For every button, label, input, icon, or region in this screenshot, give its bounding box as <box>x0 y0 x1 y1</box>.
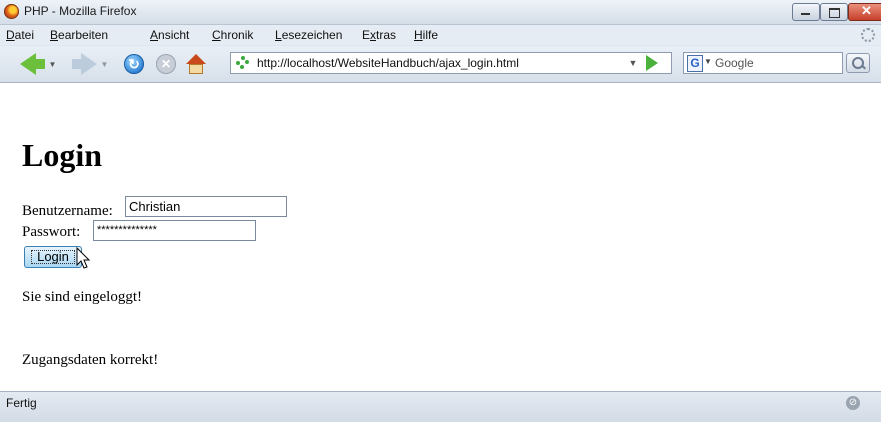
search-button[interactable] <box>846 53 870 73</box>
menu-label-prefix: E <box>362 28 371 42</box>
menu-label: esezeichen <box>281 28 343 42</box>
forward-button[interactable]: ▼ <box>70 52 110 76</box>
reload-button[interactable]: ↻ <box>121 52 147 76</box>
menu-mnemonic: H <box>414 28 423 42</box>
title-bar: PHP - Mozilla Firefox ✕ <box>0 0 881 25</box>
menu-extras[interactable]: Extras <box>362 28 396 42</box>
login-button[interactable]: Login <box>24 246 82 268</box>
menu-label: hronik <box>220 28 254 42</box>
forward-arrow-icon <box>80 53 97 75</box>
firefox-logo-icon <box>4 4 19 19</box>
back-arrow-tail <box>34 59 45 69</box>
menu-mnemonic: C <box>212 28 221 42</box>
close-icon: ✕ <box>861 3 872 18</box>
go-arrow-icon[interactable] <box>646 55 658 71</box>
search-engine-dropdown-icon[interactable]: ▼ <box>704 57 712 66</box>
throbber-icon <box>861 28 875 42</box>
window-title: PHP - Mozilla Firefox <box>24 4 137 18</box>
menu-ansicht[interactable]: Ansicht <box>150 28 189 42</box>
site-icon <box>236 56 250 70</box>
menu-mnemonic: B <box>50 28 59 42</box>
username-input[interactable]: Christian <box>125 196 287 217</box>
username-label: Benutzername: <box>22 203 113 219</box>
focus-ring <box>31 250 75 264</box>
close-button[interactable]: ✕ <box>848 3 881 21</box>
minimize-icon <box>801 13 810 15</box>
search-box[interactable]: G ▼ Google <box>683 52 843 74</box>
url-dropdown-icon[interactable]: ▼ <box>624 53 642 73</box>
url-text[interactable]: http://localhost/WebsiteHandbuch/ajax_lo… <box>257 56 519 70</box>
page-title: Login <box>22 137 103 173</box>
menu-mnemonic: L <box>275 28 282 42</box>
login-status-message: Sie sind eingeloggt! <box>22 289 142 305</box>
menu-hilfe[interactable]: Hilfe <box>414 28 438 42</box>
back-history-dropdown-icon[interactable]: ▼ <box>49 60 57 69</box>
status-text: Fertig <box>6 396 37 410</box>
menu-bearbeiten[interactable]: Bearbeiten <box>50 28 108 42</box>
home-icon <box>186 54 206 74</box>
menu-datei[interactable]: Datei <box>6 28 34 42</box>
menu-label: atei <box>14 28 35 42</box>
password-label: Passwort: <box>22 224 81 240</box>
menu-bar: Datei Bearbeiten Ansicht Chronik Lesezei… <box>0 25 881 45</box>
menu-label: earbeiten <box>58 28 109 42</box>
stop-button[interactable]: ✕ <box>153 52 179 76</box>
menu-mnemonic: A <box>150 28 159 42</box>
menu-mnemonic: D <box>6 28 15 42</box>
menu-chronik[interactable]: Chronik <box>212 28 253 42</box>
status-bar: Fertig ⊘ <box>0 391 881 422</box>
stop-icon: ✕ <box>156 54 176 74</box>
credentials-message: Zugangsdaten korrekt! <box>22 352 159 368</box>
browser-window: PHP - Mozilla Firefox ✕ Datei Bearbeiten… <box>0 0 881 422</box>
password-input[interactable]: ************** <box>93 220 256 241</box>
back-arrow-icon <box>19 53 36 75</box>
forward-history-dropdown-icon[interactable]: ▼ <box>101 60 109 69</box>
search-input[interactable]: Google <box>715 56 754 70</box>
search-engine-icon[interactable]: G <box>687 55 703 72</box>
home-button[interactable] <box>183 52 209 76</box>
menu-lesezeichen[interactable]: Lesezeichen <box>275 28 342 42</box>
maximize-icon <box>829 8 840 18</box>
menu-label: tras <box>376 28 397 42</box>
security-status-icon: ⊘ <box>846 396 860 410</box>
page-content: Login Benutzername: Christian Passwort: … <box>0 83 881 391</box>
menu-label: nsicht <box>158 28 190 42</box>
minimize-button[interactable] <box>792 3 820 21</box>
maximize-button[interactable] <box>820 3 848 21</box>
back-button[interactable]: ▼ <box>18 52 58 76</box>
navigation-toolbar: ▼ ▼ ↻ ✕ http://localhost/WebsiteHandbuch… <box>0 46 881 83</box>
menu-label: ilfe <box>422 28 439 42</box>
mouse-cursor-icon <box>76 247 91 269</box>
reload-icon: ↻ <box>124 54 144 74</box>
url-bar[interactable]: http://localhost/WebsiteHandbuch/ajax_lo… <box>230 52 672 74</box>
